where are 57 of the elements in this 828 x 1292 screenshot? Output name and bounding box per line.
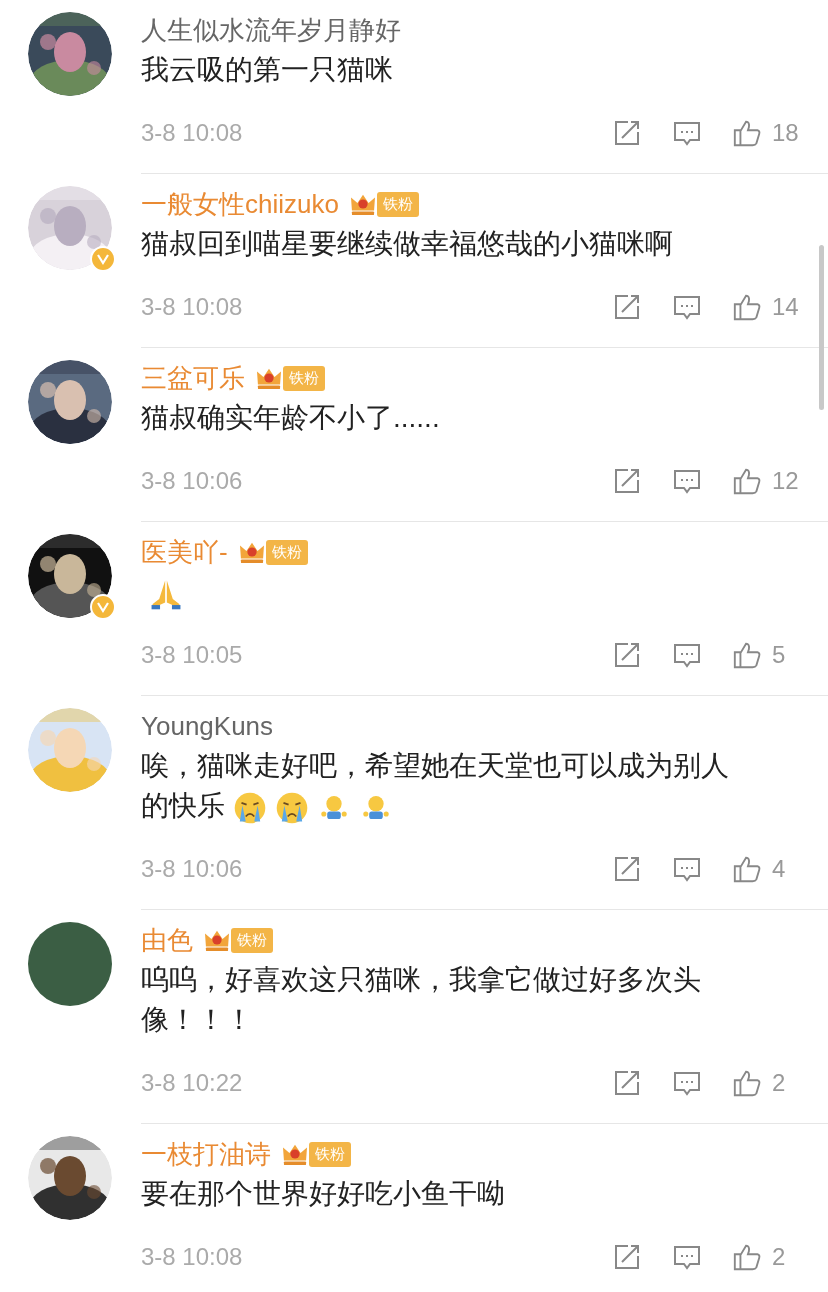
like-button[interactable]: 5 [732,640,800,670]
share-icon [612,466,642,496]
thumbs-up-icon [732,854,762,884]
thumbs-up-icon [732,292,762,322]
thumbs-up-icon [732,118,762,148]
comment-text: 唉，猫咪走好吧，希望她在天堂也可以成为别人 [141,750,729,781]
like-button[interactable]: 2 [732,1068,800,1098]
share-icon [612,118,642,148]
user-name[interactable]: YoungKuns [141,710,274,742]
comment-text: 猫叔回到喵星要继续做幸福悠哉的小猫咪啊 [141,228,673,259]
fan-badge: 铁粉 [376,191,419,217]
share-button[interactable] [612,118,642,148]
comment-text: 猫叔确实年龄不小了...... [141,402,440,433]
share-button[interactable] [612,640,642,670]
share-icon [612,640,642,670]
like-button[interactable]: 14 [732,292,800,322]
share-icon [612,854,642,884]
share-button[interactable] [612,292,642,322]
fan-badge: 铁粉 [309,1141,351,1167]
share-button[interactable] [612,854,642,884]
crying-face-icon [233,790,267,825]
user-name[interactable]: 医美吖- [141,534,228,570]
comment-text: 要在那个世界好好吃小鱼干呦 [141,1178,505,1209]
comment-text: 我云吸的第一只猫咪 [141,54,393,85]
thumbs-up-icon [732,1242,762,1272]
fan-badge: 铁粉 [231,927,273,953]
like-button[interactable]: 12 [732,466,800,496]
thumbs-up-icon [732,1068,762,1098]
user-name[interactable]: 三盆可乐 [141,360,245,396]
comment-time: 3-8 10:08 [141,293,243,321]
fan-badge: 铁粉 [283,365,325,391]
comment-text: 的快乐 [141,790,225,821]
crying-face-icon [275,790,309,825]
comment-time: 3-8 10:06 [141,855,243,883]
like-button[interactable]: 4 [732,854,800,884]
comment-time: 3-8 10:08 [141,1243,243,1271]
share-button[interactable] [612,1242,642,1272]
share-icon [612,1068,642,1098]
like-button[interactable]: 2 [732,1242,800,1272]
share-button[interactable] [612,466,642,496]
like-button[interactable]: 18 [732,118,800,148]
thumbs-up-icon [732,466,762,496]
user-name[interactable]: 一般女性chiizuko [141,186,339,222]
fan-badge: 铁粉 [265,539,308,565]
comment-text: 像！！！ [141,1004,253,1035]
user-name[interactable]: 一枝打油诗 [141,1136,271,1172]
comment-text: 呜呜，好喜欢这只猫咪，我拿它做过好多次头 [141,964,701,995]
comment-time: 3-8 10:06 [141,467,243,495]
comment-time: 3-8 10:05 [141,641,243,669]
share-button[interactable] [612,1068,642,1098]
share-icon [612,292,642,322]
comment-time: 3-8 10:22 [141,1069,243,1097]
thumbs-up-icon [732,640,762,670]
share-icon [612,1242,642,1272]
user-name[interactable]: 人生似水流年岁月静好 [141,12,401,48]
comment-time: 3-8 10:08 [141,119,243,147]
user-name[interactable]: 由色 [141,922,193,958]
